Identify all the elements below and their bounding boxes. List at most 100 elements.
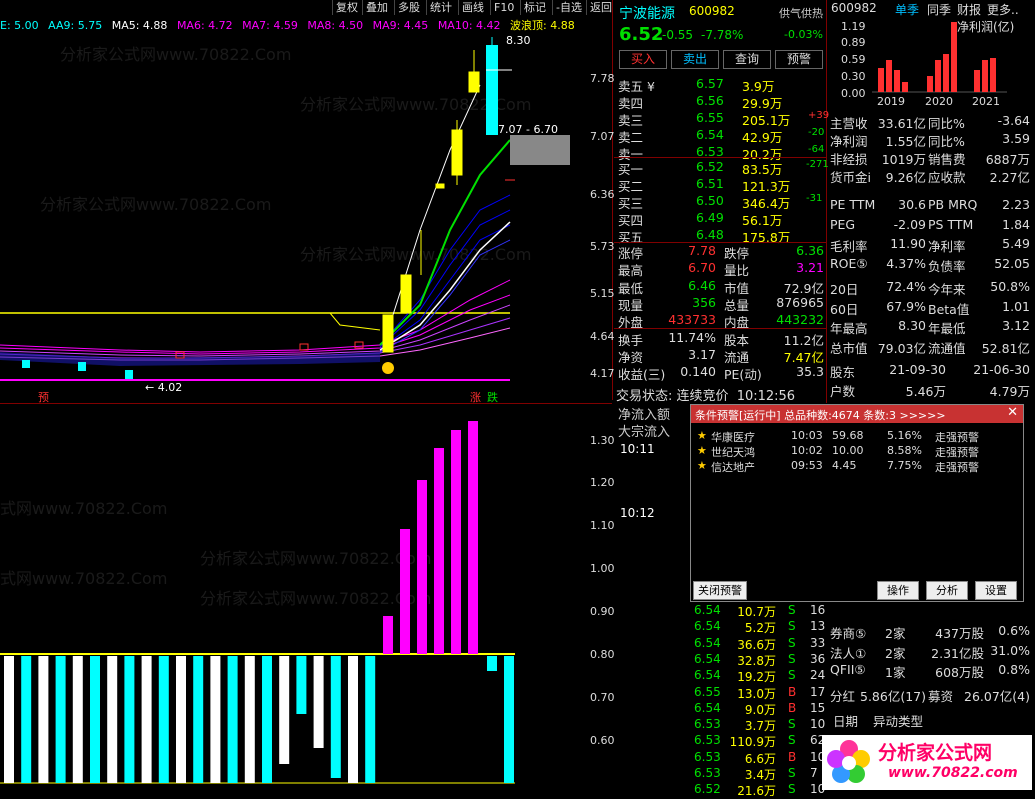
inst-shares: 437万股 — [935, 626, 984, 641]
indicator-bar — [227, 656, 238, 783]
menu-zixuan[interactable]: -自选 — [552, 0, 585, 15]
menu-diejia[interactable]: 叠加 — [362, 0, 391, 15]
buy-row[interactable]: 买三 6.50 346.4万 -31 — [618, 193, 824, 211]
tick-price: 6.54 — [694, 651, 721, 666]
inst-label: QFII⑤ — [830, 662, 866, 677]
bar-axis-4: 0.00 — [841, 87, 866, 100]
fin-value: 79.03亿 — [877, 340, 926, 356]
fin-label: 主营收 — [830, 116, 868, 131]
bar-axis-3: 0.30 — [841, 70, 866, 83]
buy-change: -31 — [806, 193, 823, 204]
fin-label: 同比% — [928, 116, 965, 131]
indicator-chart[interactable]: 式网www.70822.Com 分析家公式网www.70822.Com 式网ww… — [0, 403, 615, 788]
inst-label: 法人① — [830, 645, 867, 661]
logo: 分析家公式网 www.70822.com — [822, 735, 1032, 790]
quote-value: 72.9亿 — [783, 280, 824, 296]
fin-label: 净利率 — [928, 239, 966, 254]
indicator-bar — [141, 656, 152, 783]
indicator-bar — [279, 656, 290, 764]
profit-bars — [872, 22, 1007, 93]
buy-row[interactable]: 买四 6.49 56.1万 — [618, 210, 824, 228]
quote-label: 最低 — [618, 280, 644, 296]
fin-value: 8.30 — [898, 318, 926, 333]
indicator-bar-magenta — [400, 529, 410, 654]
stock-code: 600982 — [689, 4, 735, 18]
tab-danji[interactable]: 单季 — [895, 1, 919, 18]
sell-row[interactable]: 卖二 6.54 42.9万 -20 — [618, 127, 825, 145]
menu-duogu[interactable]: 多股 — [394, 0, 423, 15]
alert-button[interactable]: 预警 — [775, 50, 823, 69]
tick-price: 6.53 — [694, 717, 721, 732]
sub-axis-5: 0.80 — [590, 648, 615, 661]
menu-fanhui[interactable]: 返回 — [586, 0, 615, 15]
indicator-bar — [38, 656, 49, 783]
tick-price: 6.54 — [694, 603, 721, 617]
tab-tongji[interactable]: 同季 — [927, 1, 951, 18]
indicator-bar — [296, 656, 307, 714]
kline-svg: 分析家公式网www.70822.Com 分析家公式网www.70822.Com … — [0, 37, 570, 381]
quote-row: 现量 356 总量 876965 — [618, 295, 824, 313]
price-axis-3: 5.73 — [590, 240, 615, 253]
quote-label: 涨停 — [618, 246, 644, 261]
buy-row[interactable]: 买一 6.52 83.5万 -271 — [618, 159, 829, 177]
popup-time: 10:02 — [791, 444, 823, 457]
sell-button[interactable]: 卖出 — [671, 50, 719, 69]
indicator-bar — [4, 656, 14, 783]
buy-price: 6.48 — [696, 227, 724, 242]
fin-value: 4.37% — [886, 255, 926, 271]
fin-label: 非经损 — [830, 152, 868, 167]
indicator-bar — [158, 656, 169, 783]
query-button[interactable]: 查询 — [723, 50, 771, 69]
price-axis-5: 4.64 — [590, 330, 615, 343]
flow-time-1: 10:12 — [620, 506, 655, 520]
sub-axis-7: 0.60 — [590, 734, 615, 747]
tick-volume: 10.7万 — [737, 605, 776, 619]
sell-row[interactable]: 卖三 6.55 205.1万 +39 — [618, 110, 829, 128]
menu-f10[interactable]: F10 — [490, 0, 517, 15]
supply-pct: -0.03% — [784, 28, 823, 41]
quote-label: 市值 — [724, 280, 750, 296]
sell-row[interactable]: 卖五 ¥6.57 3.9万 — [618, 76, 824, 94]
price-axis-2: 6.36 — [590, 188, 615, 201]
tab-caibao[interactable]: 财报 — [957, 1, 981, 18]
quote-row: 换手 11.74% 股本 11.2亿 — [618, 330, 824, 348]
menu-huaxian[interactable]: 画线 — [458, 0, 487, 15]
sell-row[interactable]: 卖四 6.56 29.9万 — [618, 93, 824, 111]
year-2019: 2019 — [877, 95, 905, 108]
holder-value: 21-09-30 — [889, 362, 946, 377]
ma9-label: MA9: 4.45 — [372, 19, 429, 32]
sell-change: +39 — [808, 110, 830, 121]
menu-fuquan[interactable]: 复权 — [332, 0, 361, 15]
quote-value: 6.70 — [688, 260, 716, 276]
supply-label: 供气供热 — [779, 7, 823, 20]
tick-price: 6.53 — [694, 766, 721, 780]
tab-more[interactable]: 更多.. — [987, 1, 1019, 18]
sell-change: -20 — [808, 127, 825, 138]
stock-name: 宁波能源 — [619, 6, 675, 22]
fin-value: 1019万 — [881, 152, 926, 167]
indicator-bar-magenta — [434, 448, 444, 654]
popup-stock-name: 世纪天鸿 — [711, 446, 755, 459]
buy-button[interactable]: 买入 — [619, 50, 667, 69]
tick-volume: 21.6万 — [737, 784, 776, 799]
buy-row[interactable]: 买二 6.51 121.3万 — [618, 176, 824, 194]
menu-tongji[interactable]: 统计 — [426, 0, 455, 15]
sell-price: 6.57 — [696, 76, 724, 91]
indicator-bar — [21, 656, 32, 783]
star-icon: ★ — [697, 429, 707, 442]
fin-row: PE TTM 30.6 PB MRQ 2.23 — [830, 197, 1030, 214]
close-alert-button[interactable]: 关闭预警 — [693, 581, 747, 600]
quote-value: 443232 — [776, 312, 824, 328]
quote-value: 35.3 — [796, 364, 824, 380]
tick-price: 6.55 — [694, 684, 721, 699]
trade-status-label: 交易状态: — [616, 389, 673, 404]
fin-label: 货币金i — [830, 170, 871, 185]
menu-biaoji[interactable]: 标记 — [520, 0, 549, 15]
indicator-bar — [504, 656, 514, 783]
tick-volume: 36.6万 — [737, 637, 776, 652]
ma6-label: MA6: 4.72 — [176, 19, 233, 32]
kline-chart[interactable]: 分析家公式网www.70822.Com 分析家公式网www.70822.Com … — [0, 0, 615, 404]
fin-value: 52.05 — [994, 255, 1030, 271]
fin-label: 净利润 — [830, 134, 868, 149]
tick-volume: 110.9万 — [729, 735, 776, 750]
